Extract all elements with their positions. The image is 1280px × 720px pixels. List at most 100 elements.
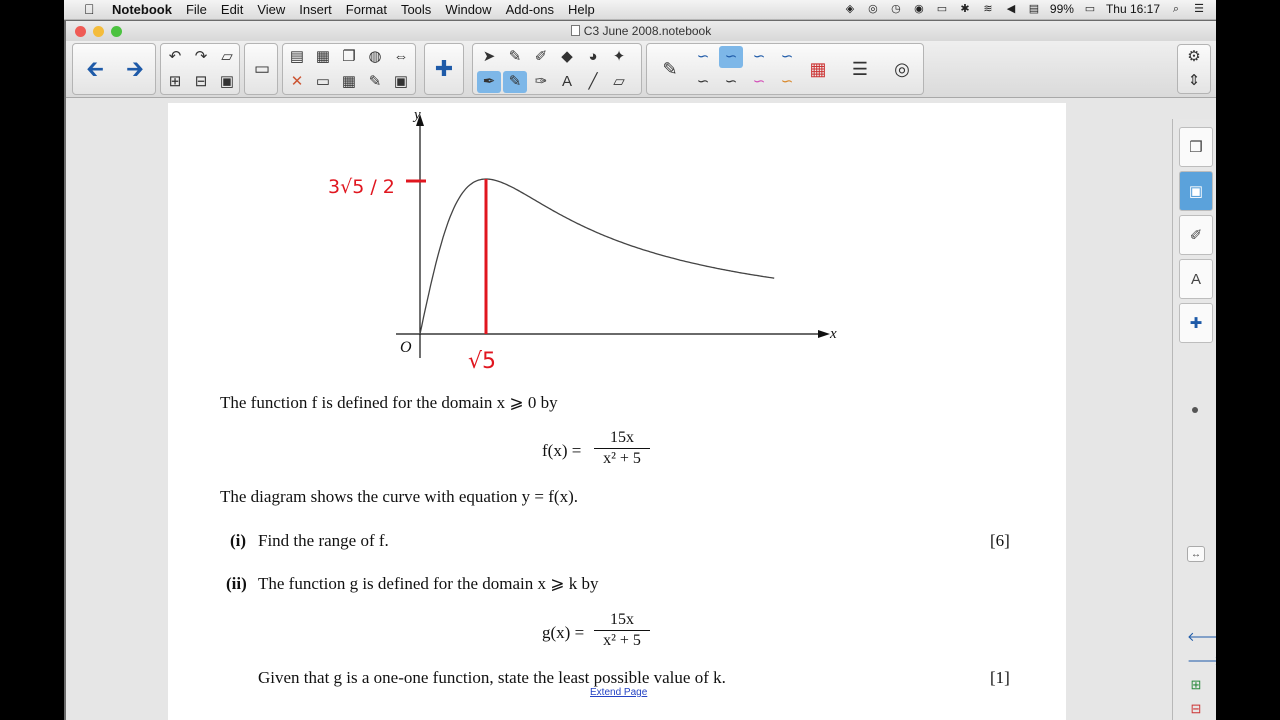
line-style-3-icon[interactable]: ∽ bbox=[747, 46, 771, 68]
properties-tab-icon[interactable]: A bbox=[1179, 259, 1213, 299]
move-toolbar-icon[interactable]: ⇕ bbox=[1182, 70, 1206, 92]
line-style-8-icon[interactable]: ∽ bbox=[775, 71, 799, 93]
delete-page-small-icon[interactable]: ⊟ bbox=[1187, 701, 1205, 717]
save-icon[interactable]: ▣ bbox=[215, 71, 239, 93]
gallery-tab-icon[interactable]: ▣ bbox=[1179, 171, 1213, 211]
tools-group: ➤ ✎ ✐ ◆ ◕ ✦ ✒ ✎ ✑ A ╱ ▱ bbox=[472, 43, 642, 95]
menu-view[interactable]: View bbox=[257, 2, 285, 17]
select-tool-icon[interactable]: ➤ bbox=[477, 46, 501, 68]
window-title-text: C3 June 2008.notebook bbox=[583, 24, 712, 38]
line-style-6-icon[interactable]: ∽ bbox=[719, 71, 743, 93]
volume-icon[interactable]: ◀ bbox=[1004, 3, 1018, 16]
line-tool-icon[interactable]: ╱ bbox=[581, 71, 605, 93]
menu-insert[interactable]: Insert bbox=[299, 2, 332, 17]
color-palette-icon[interactable]: ▦ bbox=[801, 46, 835, 92]
paste-icon[interactable]: ▤ bbox=[285, 46, 309, 68]
undo-icon[interactable]: ↶ bbox=[163, 46, 187, 68]
redo-icon[interactable]: ↷ bbox=[189, 46, 213, 68]
x-axis-label: x bbox=[829, 326, 837, 342]
extend-page-link[interactable]: Extend Page bbox=[590, 687, 647, 698]
next-page-small-icon[interactable]: 🡒 bbox=[1187, 653, 1216, 669]
addons-tab-icon[interactable]: ✚ bbox=[1179, 303, 1213, 343]
dropbox-icon[interactable]: ◈ bbox=[843, 3, 857, 16]
menu-help[interactable]: Help bbox=[568, 2, 595, 17]
menu-addons[interactable]: Add-ons bbox=[506, 2, 554, 17]
wifi-icon[interactable]: ≋ bbox=[981, 3, 995, 16]
magic-pen-icon[interactable]: ✦ bbox=[607, 46, 631, 68]
display-group: ▭ bbox=[244, 43, 278, 95]
question-ii-number: (ii) bbox=[226, 574, 247, 593]
copy-icon[interactable]: ❐ bbox=[337, 46, 361, 68]
eraser-icon[interactable]: ▱ bbox=[607, 71, 631, 93]
previous-page-small-icon[interactable]: 🡐 bbox=[1187, 629, 1216, 645]
delete-page-icon[interactable]: ⊟ bbox=[189, 71, 213, 93]
text-tool-icon[interactable]: A bbox=[555, 71, 579, 93]
menu-app-name[interactable]: Notebook bbox=[112, 2, 172, 17]
menu-tools[interactable]: Tools bbox=[401, 2, 431, 17]
record-icon[interactable]: ◉ bbox=[912, 3, 926, 16]
calligraphic-pen-icon[interactable]: ✑ bbox=[529, 71, 553, 93]
gallery-icon[interactable]: ◍ bbox=[363, 46, 387, 68]
bluetooth-icon[interactable]: ✱ bbox=[958, 3, 972, 16]
apple-menu-icon[interactable]:  bbox=[84, 1, 95, 17]
attachments-tab-icon[interactable]: ✐ bbox=[1179, 215, 1213, 255]
menu-list: Notebook File Edit View Insert Format To… bbox=[112, 2, 609, 17]
notification-center-icon[interactable]: ☰ bbox=[1192, 3, 1206, 16]
line-style-2-icon[interactable]: ∽ bbox=[719, 46, 743, 68]
question-i-marks: [6] bbox=[990, 531, 1010, 550]
fill-icon[interactable]: ◕ bbox=[581, 46, 605, 68]
add-page-small-icon[interactable]: ⊞ bbox=[1187, 677, 1205, 693]
question-ii-part-b-text: Given that g is a one-one function, stat… bbox=[258, 668, 726, 687]
battery-percent[interactable]: 99% bbox=[1050, 2, 1074, 16]
pen-tool-icon[interactable]: ✒ bbox=[477, 71, 501, 93]
spotlight-search-icon[interactable]: ⌕ bbox=[1169, 3, 1183, 16]
menu-window[interactable]: Window bbox=[445, 2, 491, 17]
airplay-icon[interactable]: ▭ bbox=[935, 3, 949, 16]
line-style-7-icon[interactable]: ∽ bbox=[747, 71, 771, 93]
transparency-icon[interactable]: ◎ bbox=[885, 46, 919, 92]
status-area: ◈ ◎ ◷ ◉ ▭ ✱ ≋ ◀ ▤ 99% ▭ Thu 16:17 ⌕ ☰ bbox=[843, 2, 1206, 16]
page-sorter-tab-icon[interactable]: ❒ bbox=[1179, 127, 1213, 167]
menu-file[interactable]: File bbox=[186, 2, 207, 17]
brush-icon[interactable]: ✐ bbox=[529, 46, 553, 68]
line-width-icon[interactable]: ☰ bbox=[843, 46, 877, 92]
screen-capture-icon[interactable]: ▭ bbox=[311, 71, 335, 93]
gear-icon[interactable]: ⚙ bbox=[1182, 46, 1206, 68]
pen-properties-group: ✎ ∽ ∽ ∽ ∽ ∽ ∽ ∽ ∽ ▦ ☰ ◎ bbox=[646, 43, 924, 95]
previous-page-button[interactable]: 🡰 bbox=[77, 46, 113, 92]
shape-icon[interactable]: ◆ bbox=[555, 46, 579, 68]
line-style-4-icon[interactable]: ∽ bbox=[775, 46, 799, 68]
puzzle-icon[interactable]: ✚ bbox=[426, 46, 462, 92]
menu-format[interactable]: Format bbox=[346, 2, 387, 17]
clock[interactable]: Thu 16:17 bbox=[1106, 2, 1160, 16]
next-page-button[interactable]: 🡲 bbox=[117, 46, 153, 92]
time-machine-icon[interactable]: ◷ bbox=[889, 3, 903, 16]
menu-edit[interactable]: Edit bbox=[221, 2, 243, 17]
clear-ink-icon[interactable]: ✎ bbox=[363, 71, 387, 93]
settings-group: ⚙ ⇕ bbox=[1177, 44, 1211, 94]
line-style-1-icon[interactable]: ∽ bbox=[691, 46, 715, 68]
sync-icon[interactable]: ◎ bbox=[866, 3, 880, 16]
document-camera-icon[interactable]: ▣ bbox=[389, 71, 413, 93]
pen-properties-icon[interactable]: ✎ bbox=[653, 46, 687, 92]
screen-shade-icon[interactable]: ▭ bbox=[244, 46, 280, 92]
fraction-bar bbox=[594, 448, 650, 449]
f-numerator: 15x bbox=[610, 429, 634, 446]
sidebar-swap-icon[interactable]: ↔ bbox=[1187, 546, 1205, 562]
origin-label: O bbox=[400, 339, 412, 356]
table-icon[interactable]: ▦ bbox=[337, 71, 361, 93]
resize-handle-icon[interactable] bbox=[1192, 407, 1198, 413]
fit-page-icon[interactable]: ⇔ bbox=[389, 46, 413, 68]
highlighter-icon[interactable]: ✎ bbox=[503, 46, 527, 68]
camera-icon[interactable]: ▦ bbox=[311, 46, 335, 68]
g-definition-lhs: g(x) = bbox=[542, 623, 585, 642]
keyboard-icon[interactable]: ▤ bbox=[1027, 3, 1041, 16]
battery-icon[interactable]: ▭ bbox=[1083, 3, 1097, 16]
creative-pen-icon[interactable]: ✎ bbox=[503, 71, 527, 93]
open-folder-icon[interactable]: ▱ bbox=[215, 46, 239, 68]
add-page-icon[interactable]: ⊞ bbox=[163, 71, 187, 93]
line-style-5-icon[interactable]: ∽ bbox=[691, 71, 715, 93]
notebook-page[interactable]: y x O 3√5 / 2 √5 The function f is defin… bbox=[168, 103, 1066, 720]
max-value-annotation: 3√5 / 2 bbox=[328, 176, 395, 198]
delete-icon[interactable]: ✕ bbox=[285, 71, 309, 93]
